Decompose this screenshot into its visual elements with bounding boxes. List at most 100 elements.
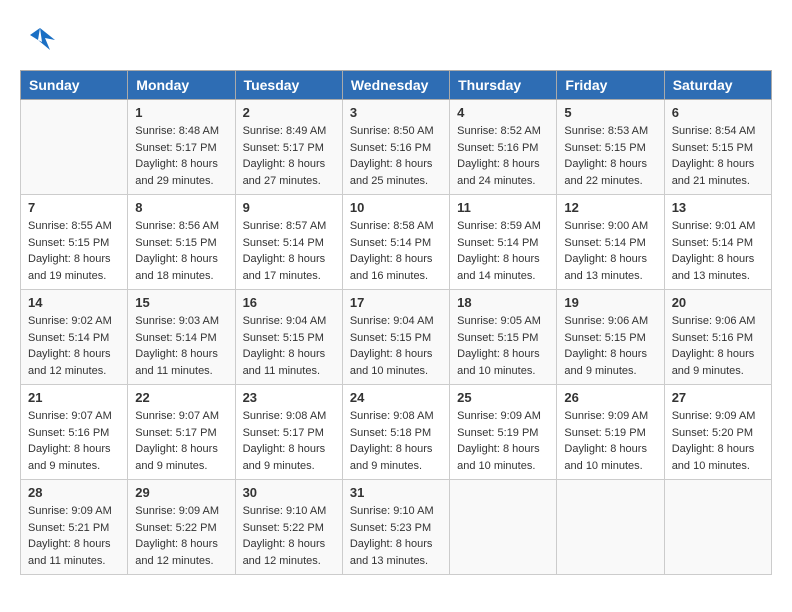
header-monday: Monday — [128, 71, 235, 100]
day-number: 22 — [135, 390, 227, 405]
sunrise-text: Sunrise: 9:03 AM — [135, 315, 219, 327]
calendar-cell — [664, 480, 771, 575]
sunrise-text: Sunrise: 8:48 AM — [135, 125, 219, 137]
day-info: Sunrise: 9:04 AM Sunset: 5:15 PM Dayligh… — [243, 313, 335, 379]
calendar-cell: 26 Sunrise: 9:09 AM Sunset: 5:19 PM Dayl… — [557, 385, 664, 480]
day-number: 10 — [350, 200, 442, 215]
sunset-text: Sunset: 5:15 PM — [243, 332, 324, 344]
daylight-text: Daylight: 8 hours and 10 minutes. — [564, 443, 647, 472]
daylight-text: Daylight: 8 hours and 25 minutes. — [350, 158, 433, 187]
sunrise-text: Sunrise: 9:04 AM — [243, 315, 327, 327]
sunset-text: Sunset: 5:17 PM — [243, 142, 324, 154]
sunrise-text: Sunrise: 9:07 AM — [28, 410, 112, 422]
sunrise-text: Sunrise: 9:06 AM — [564, 315, 648, 327]
sunset-text: Sunset: 5:22 PM — [243, 522, 324, 534]
daylight-text: Daylight: 8 hours and 9 minutes. — [135, 443, 218, 472]
sunset-text: Sunset: 5:14 PM — [350, 237, 431, 249]
daylight-text: Daylight: 8 hours and 21 minutes. — [672, 158, 755, 187]
calendar-cell: 19 Sunrise: 9:06 AM Sunset: 5:15 PM Dayl… — [557, 290, 664, 385]
sunrise-text: Sunrise: 8:59 AM — [457, 220, 541, 232]
calendar-cell: 3 Sunrise: 8:50 AM Sunset: 5:16 PM Dayli… — [342, 100, 449, 195]
sunset-text: Sunset: 5:14 PM — [28, 332, 109, 344]
sunrise-text: Sunrise: 9:08 AM — [350, 410, 434, 422]
day-info: Sunrise: 8:59 AM Sunset: 5:14 PM Dayligh… — [457, 218, 549, 284]
sunrise-text: Sunrise: 8:55 AM — [28, 220, 112, 232]
day-number: 1 — [135, 105, 227, 120]
calendar-cell: 21 Sunrise: 9:07 AM Sunset: 5:16 PM Dayl… — [21, 385, 128, 480]
daylight-text: Daylight: 8 hours and 13 minutes. — [564, 253, 647, 282]
daylight-text: Daylight: 8 hours and 29 minutes. — [135, 158, 218, 187]
sunset-text: Sunset: 5:20 PM — [672, 427, 753, 439]
day-number: 13 — [672, 200, 764, 215]
sunrise-text: Sunrise: 9:02 AM — [28, 315, 112, 327]
sunrise-text: Sunrise: 8:54 AM — [672, 125, 756, 137]
day-number: 6 — [672, 105, 764, 120]
day-number: 26 — [564, 390, 656, 405]
sunrise-text: Sunrise: 9:01 AM — [672, 220, 756, 232]
day-number: 15 — [135, 295, 227, 310]
header-thursday: Thursday — [450, 71, 557, 100]
sunset-text: Sunset: 5:16 PM — [457, 142, 538, 154]
sunrise-text: Sunrise: 9:09 AM — [135, 505, 219, 517]
sunset-text: Sunset: 5:23 PM — [350, 522, 431, 534]
sunset-text: Sunset: 5:16 PM — [672, 332, 753, 344]
header-tuesday: Tuesday — [235, 71, 342, 100]
daylight-text: Daylight: 8 hours and 17 minutes. — [243, 253, 326, 282]
daylight-text: Daylight: 8 hours and 10 minutes. — [457, 443, 540, 472]
day-info: Sunrise: 9:07 AM Sunset: 5:16 PM Dayligh… — [28, 408, 120, 474]
sunset-text: Sunset: 5:16 PM — [350, 142, 431, 154]
sunrise-text: Sunrise: 8:53 AM — [564, 125, 648, 137]
sunset-text: Sunset: 5:19 PM — [457, 427, 538, 439]
day-info: Sunrise: 9:09 AM Sunset: 5:21 PM Dayligh… — [28, 503, 120, 569]
day-info: Sunrise: 8:48 AM Sunset: 5:17 PM Dayligh… — [135, 123, 227, 189]
sunrise-text: Sunrise: 8:58 AM — [350, 220, 434, 232]
daylight-text: Daylight: 8 hours and 10 minutes. — [457, 348, 540, 377]
calendar-week-row: 28 Sunrise: 9:09 AM Sunset: 5:21 PM Dayl… — [21, 480, 772, 575]
calendar-cell: 9 Sunrise: 8:57 AM Sunset: 5:14 PM Dayli… — [235, 195, 342, 290]
day-info: Sunrise: 9:04 AM Sunset: 5:15 PM Dayligh… — [350, 313, 442, 379]
daylight-text: Daylight: 8 hours and 12 minutes. — [243, 538, 326, 567]
day-number: 11 — [457, 200, 549, 215]
daylight-text: Daylight: 8 hours and 9 minutes. — [243, 443, 326, 472]
calendar-cell — [557, 480, 664, 575]
day-number: 2 — [243, 105, 335, 120]
calendar-cell: 24 Sunrise: 9:08 AM Sunset: 5:18 PM Dayl… — [342, 385, 449, 480]
sunrise-text: Sunrise: 9:10 AM — [243, 505, 327, 517]
calendar-cell: 8 Sunrise: 8:56 AM Sunset: 5:15 PM Dayli… — [128, 195, 235, 290]
calendar-cell: 27 Sunrise: 9:09 AM Sunset: 5:20 PM Dayl… — [664, 385, 771, 480]
day-number: 27 — [672, 390, 764, 405]
calendar-cell: 17 Sunrise: 9:04 AM Sunset: 5:15 PM Dayl… — [342, 290, 449, 385]
calendar-cell: 7 Sunrise: 8:55 AM Sunset: 5:15 PM Dayli… — [21, 195, 128, 290]
sunrise-text: Sunrise: 9:08 AM — [243, 410, 327, 422]
daylight-text: Daylight: 8 hours and 9 minutes. — [564, 348, 647, 377]
day-number: 29 — [135, 485, 227, 500]
calendar-cell: 10 Sunrise: 8:58 AM Sunset: 5:14 PM Dayl… — [342, 195, 449, 290]
sunrise-text: Sunrise: 8:52 AM — [457, 125, 541, 137]
sunrise-text: Sunrise: 9:04 AM — [350, 315, 434, 327]
header-wednesday: Wednesday — [342, 71, 449, 100]
daylight-text: Daylight: 8 hours and 22 minutes. — [564, 158, 647, 187]
calendar-table: SundayMondayTuesdayWednesdayThursdayFrid… — [20, 70, 772, 575]
day-number: 8 — [135, 200, 227, 215]
logo-graphic — [20, 20, 60, 60]
daylight-text: Daylight: 8 hours and 24 minutes. — [457, 158, 540, 187]
day-info: Sunrise: 9:09 AM Sunset: 5:20 PM Dayligh… — [672, 408, 764, 474]
day-info: Sunrise: 9:10 AM Sunset: 5:23 PM Dayligh… — [350, 503, 442, 569]
day-info: Sunrise: 8:58 AM Sunset: 5:14 PM Dayligh… — [350, 218, 442, 284]
sunset-text: Sunset: 5:14 PM — [135, 332, 216, 344]
calendar-week-row: 7 Sunrise: 8:55 AM Sunset: 5:15 PM Dayli… — [21, 195, 772, 290]
daylight-text: Daylight: 8 hours and 18 minutes. — [135, 253, 218, 282]
sunset-text: Sunset: 5:18 PM — [350, 427, 431, 439]
daylight-text: Daylight: 8 hours and 12 minutes. — [28, 348, 111, 377]
calendar-cell: 13 Sunrise: 9:01 AM Sunset: 5:14 PM Dayl… — [664, 195, 771, 290]
sunrise-text: Sunrise: 9:00 AM — [564, 220, 648, 232]
daylight-text: Daylight: 8 hours and 9 minutes. — [350, 443, 433, 472]
calendar-cell: 4 Sunrise: 8:52 AM Sunset: 5:16 PM Dayli… — [450, 100, 557, 195]
calendar-cell: 22 Sunrise: 9:07 AM Sunset: 5:17 PM Dayl… — [128, 385, 235, 480]
daylight-text: Daylight: 8 hours and 13 minutes. — [350, 538, 433, 567]
calendar-cell: 1 Sunrise: 8:48 AM Sunset: 5:17 PM Dayli… — [128, 100, 235, 195]
sunset-text: Sunset: 5:15 PM — [457, 332, 538, 344]
day-number: 3 — [350, 105, 442, 120]
sunrise-text: Sunrise: 8:50 AM — [350, 125, 434, 137]
daylight-text: Daylight: 8 hours and 13 minutes. — [672, 253, 755, 282]
